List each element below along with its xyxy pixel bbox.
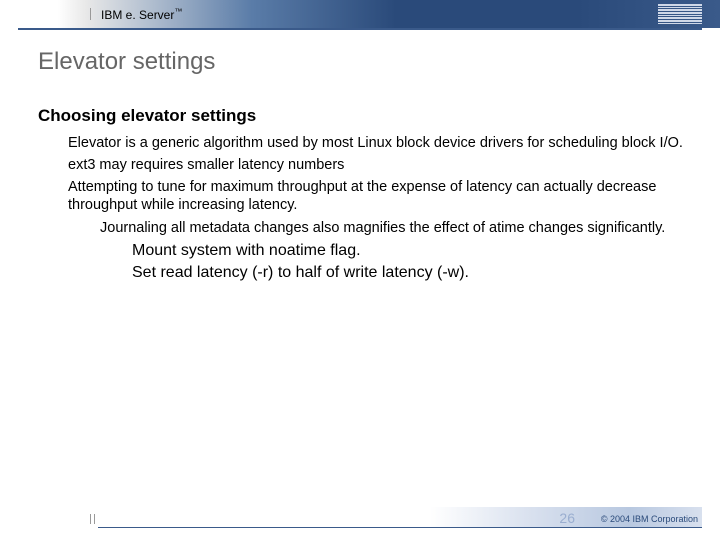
content-area: Choosing elevator settings Elevator is a… <box>38 106 690 284</box>
bullet-lvl1: Elevator is a generic algorithm used by … <box>68 134 690 152</box>
page-number: 26 <box>559 510 575 526</box>
header-left-mark <box>90 8 95 20</box>
bullet-lvl2: Journaling all metadata changes also mag… <box>100 219 690 237</box>
bullet-lvl3: Set read latency (-r) to half of write l… <box>132 263 690 284</box>
copyright-text: © 2004 IBM Corporation <box>601 514 698 524</box>
brand-text: IBM e. Server™ <box>101 7 182 22</box>
slide-title: Elevator settings <box>38 48 720 76</box>
header-underline <box>18 28 702 30</box>
brand-prefix: IBM e. Server <box>101 8 174 22</box>
section-heading: Choosing elevator settings <box>38 106 690 126</box>
footer: 26 © 2004 IBM Corporation <box>0 508 720 528</box>
bullet-lvl1: ext3 may requires smaller latency number… <box>68 156 690 174</box>
header-bar: IBM e. Server™ <box>0 0 720 28</box>
bullet-lvl1: Attempting to tune for maximum throughpu… <box>68 178 690 214</box>
bullet-lvl3: Mount system with noatime flag. <box>132 241 690 262</box>
ibm-logo-icon <box>658 4 702 24</box>
footer-mark-icon <box>90 514 91 524</box>
brand-tm: ™ <box>174 7 182 16</box>
